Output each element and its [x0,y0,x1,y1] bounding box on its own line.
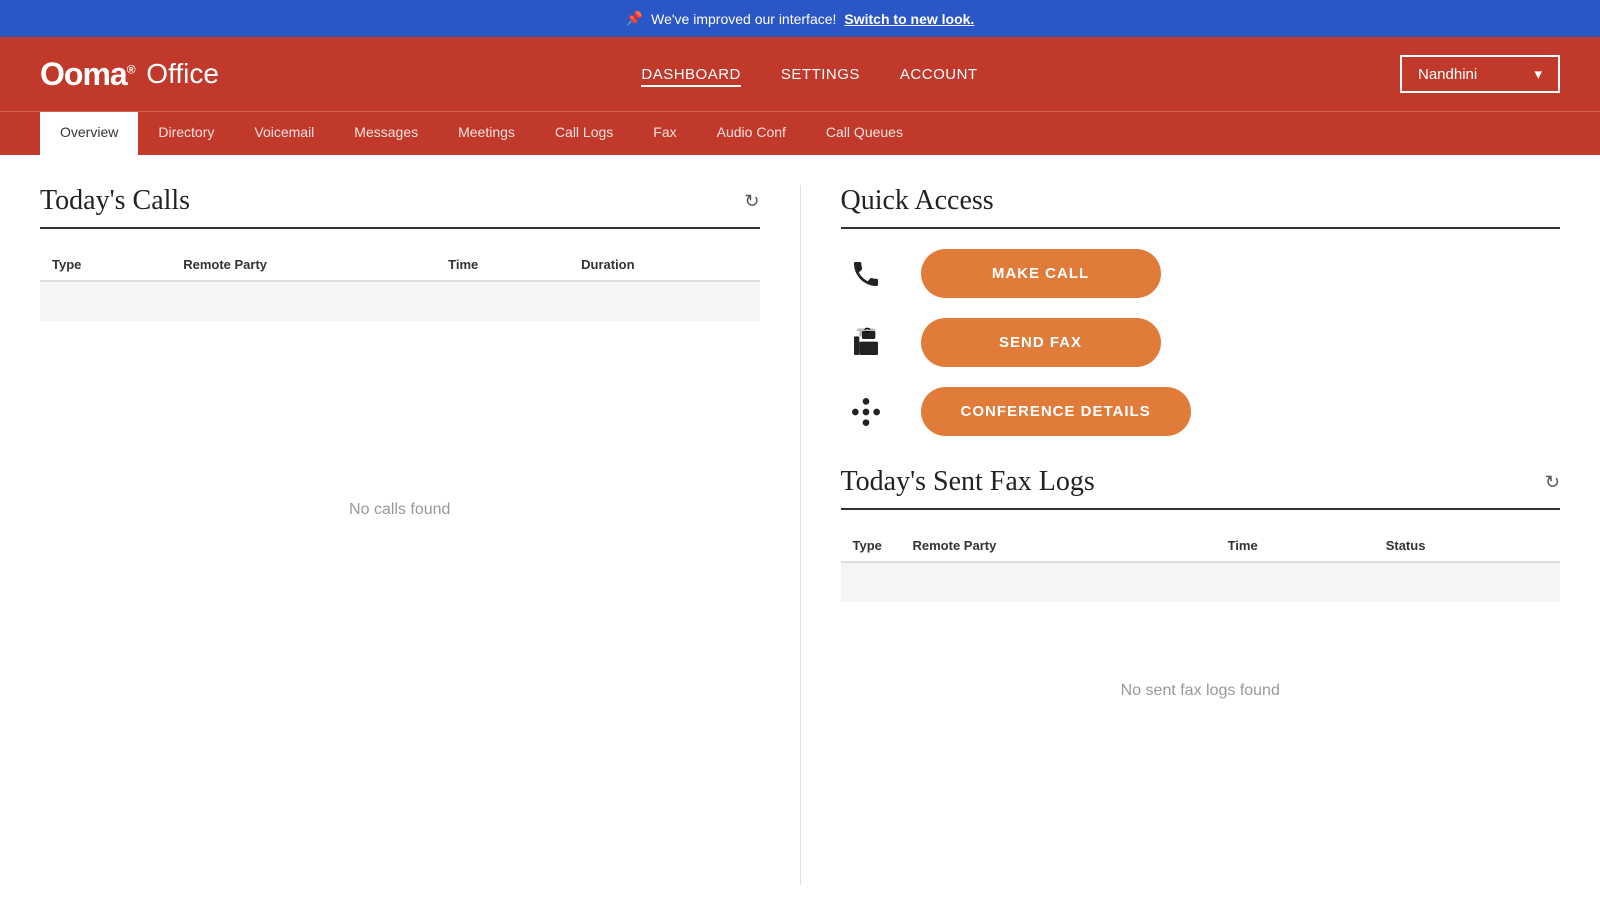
nav-settings[interactable]: SETTINGS [781,66,860,83]
quick-access-call: MAKE CALL [841,249,1561,298]
tab-call-logs[interactable]: Call Logs [535,112,633,155]
col-remote-party: Remote Party [171,249,436,281]
fax-col-remote-party: Remote Party [901,530,1216,562]
fax-logs-refresh-icon[interactable]: ↻ [1545,472,1560,493]
main-nav: DASHBOARD SETTINGS ACCOUNT [641,66,977,83]
calls-table: Type Remote Party Time Duration [40,249,760,321]
make-call-button[interactable]: MAKE CALL [921,249,1161,298]
left-panel: Today's Calls ↻ Type Remote Party Time D… [40,185,801,885]
calls-section-header: Today's Calls ↻ [40,185,760,229]
conference-icon [841,396,891,428]
quick-access-title: Quick Access [841,185,994,217]
phone-icon [841,258,891,290]
quick-access-conference: CONFERENCE DETAILS [841,387,1561,436]
fax-no-data: No sent fax logs found [841,682,1561,700]
quick-access-fax: SEND FAX [841,318,1561,367]
main-content: Today's Calls ↻ Type Remote Party Time D… [0,155,1600,915]
fax-empty-row [841,562,1561,602]
tab-overview[interactable]: Overview [40,112,138,155]
send-fax-button[interactable]: SEND FAX [921,318,1161,367]
nav-dashboard[interactable]: DASHBOARD [641,66,741,83]
announcement-bar: 📌 We've improved our interface! Switch t… [0,0,1600,37]
calls-refresh-icon[interactable]: ↻ [744,191,759,212]
calls-empty-row [40,281,760,321]
col-time: Time [436,249,569,281]
user-name: Nandhini [1418,66,1477,83]
fax-col-time: Time [1216,530,1374,562]
logo-office: Office [139,58,219,90]
conference-details-button[interactable]: CONFERENCE DETAILS [921,387,1191,436]
fax-logs-title: Today's Sent Fax Logs [841,466,1095,498]
main-header: Ooma® Office DASHBOARD SETTINGS ACCOUNT … [0,37,1600,111]
sub-nav: Overview Directory Voicemail Messages Me… [0,111,1600,155]
fax-logs-table: Type Remote Party Time Status [841,530,1561,602]
quick-access-header: Quick Access [841,185,1561,229]
fax-logs-header: Today's Sent Fax Logs ↻ [841,466,1561,510]
right-panel: Quick Access MAKE CALL [801,185,1561,885]
announcement-link[interactable]: Switch to new look. [844,11,974,27]
col-duration: Duration [569,249,759,281]
user-dropdown-container[interactable]: Nandhini ▾ [1400,55,1560,93]
tab-voicemail[interactable]: Voicemail [234,112,334,155]
tab-fax[interactable]: Fax [633,112,696,155]
nav-account[interactable]: ACCOUNT [900,66,978,83]
tab-directory[interactable]: Directory [138,112,234,155]
logo-ooma: Ooma® [40,56,135,93]
calls-no-data: No calls found [40,501,760,519]
fax-col-type: Type [841,530,901,562]
tab-meetings[interactable]: Meetings [438,112,535,155]
tab-messages[interactable]: Messages [334,112,438,155]
col-type: Type [40,249,171,281]
fax-col-status: Status [1374,530,1560,562]
announcement-text: We've improved our interface! [651,11,836,27]
calls-title: Today's Calls [40,185,190,217]
fax-icon [841,327,891,359]
logo: Ooma® Office [40,56,219,93]
quick-access-items: MAKE CALL SEND FAX [841,249,1561,436]
dropdown-arrow-icon: ▾ [1534,65,1542,83]
announcement-icon: 📌 [626,10,643,27]
tab-call-queues[interactable]: Call Queues [806,112,923,155]
tab-audio-conf[interactable]: Audio Conf [697,112,806,155]
fax-logs-section: Today's Sent Fax Logs ↻ Type Remote Part… [841,466,1561,700]
